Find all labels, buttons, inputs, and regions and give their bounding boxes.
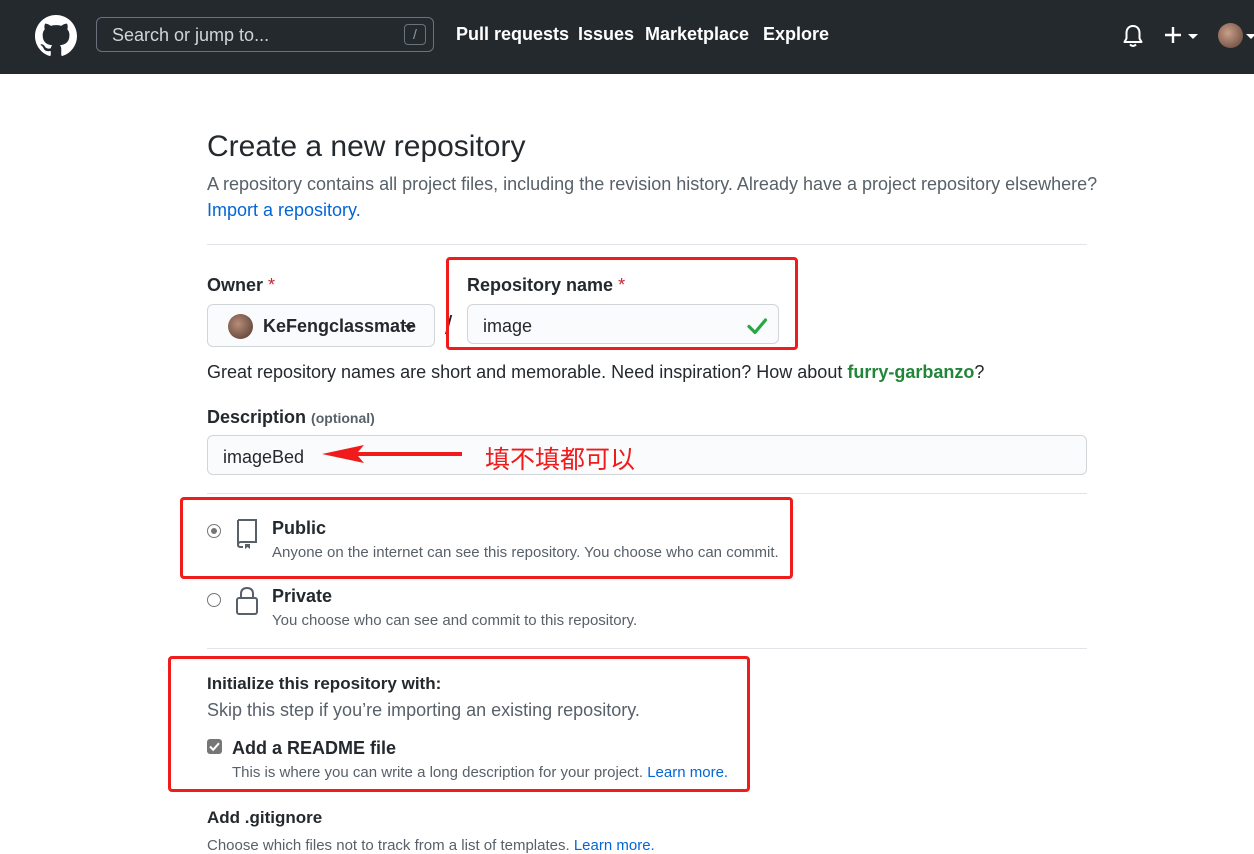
repository-name-hint: Great repository names are short and mem… xyxy=(207,362,984,383)
gitignore-title: Add .gitignore xyxy=(207,808,323,827)
description-label-text: Description xyxy=(207,407,307,427)
nav-pull-requests[interactable]: Pull requests xyxy=(456,24,569,45)
lock-icon xyxy=(236,586,258,615)
search-input[interactable]: Search or jump to... / xyxy=(96,17,434,52)
gitignore-learn-more-link[interactable]: Learn more. xyxy=(574,837,655,854)
highlight-initialize-section xyxy=(168,656,750,792)
divider xyxy=(207,648,1087,649)
search-shortcut-badge: / xyxy=(404,24,426,45)
divider xyxy=(207,244,1087,245)
annotation-arrow-icon xyxy=(322,445,462,463)
private-description: You choose who can see and commit to thi… xyxy=(272,612,638,629)
owner-caret-icon xyxy=(404,325,414,330)
search-placeholder: Search or jump to... xyxy=(112,25,270,45)
import-repository-link[interactable]: Import a repository. xyxy=(207,200,361,221)
suggested-name-link[interactable]: furry-garbanzo xyxy=(847,362,974,382)
bell-icon[interactable] xyxy=(1122,24,1144,48)
page-subtitle: A repository contains all project files,… xyxy=(207,174,1098,194)
owner-label-text: Owner xyxy=(207,275,264,295)
owner-label: Owner * xyxy=(207,275,275,296)
description-label: Description (optional) xyxy=(207,407,375,428)
owner-name: KeFengclassmate xyxy=(263,316,417,336)
nav-marketplace[interactable]: Marketplace xyxy=(645,24,749,45)
owner-select[interactable]: KeFengclassmate xyxy=(207,304,435,347)
hint-end: ? xyxy=(974,362,985,382)
owner-avatar xyxy=(228,314,253,339)
description-value: imageBed xyxy=(223,447,305,467)
hint-text: Great repository names are short and mem… xyxy=(207,362,843,382)
plus-icon[interactable] xyxy=(1163,22,1183,48)
plus-caret-icon[interactable] xyxy=(1188,34,1198,39)
gitignore-description: Choose which files not to track from a l… xyxy=(207,837,655,854)
highlight-repository-name xyxy=(446,257,798,350)
annotation-note: 填不填都可以 xyxy=(485,445,636,474)
private-title: Private xyxy=(272,586,333,606)
user-avatar[interactable] xyxy=(1218,23,1243,48)
gitignore-description-text: Choose which files not to track from a l… xyxy=(207,837,570,854)
owner-required-mark: * xyxy=(268,275,276,295)
highlight-public-option xyxy=(180,497,793,579)
github-logo-icon[interactable] xyxy=(35,15,77,57)
nav-explore[interactable]: Explore xyxy=(763,24,829,45)
private-radio[interactable] xyxy=(207,593,221,607)
divider xyxy=(207,493,1087,494)
description-optional-tag: (optional) xyxy=(311,410,375,426)
page-title: Create a new repository xyxy=(207,130,526,163)
nav-issues[interactable]: Issues xyxy=(578,24,634,45)
top-navbar: Search or jump to... / Pull requests Iss… xyxy=(0,0,1254,74)
avatar-caret-icon[interactable] xyxy=(1246,34,1254,39)
